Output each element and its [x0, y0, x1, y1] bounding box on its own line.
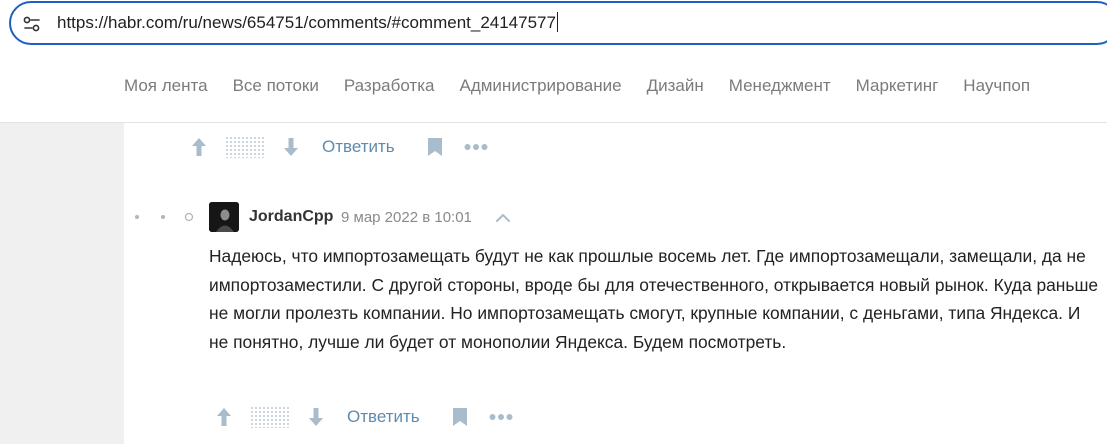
address-bar[interactable]: https://habr.com/ru/news/654751/comments…: [9, 1, 1107, 45]
nav-item-management[interactable]: Менеджмент: [729, 76, 831, 96]
nav-item-all-streams[interactable]: Все потоки: [233, 76, 319, 96]
vote-score-hidden: [225, 136, 265, 158]
nav-list: Моя лента Все потоки Разработка Админист…: [124, 76, 1055, 96]
nav-item-my-feed[interactable]: Моя лента: [124, 76, 208, 96]
avatar[interactable]: [209, 202, 239, 232]
comment-actions: Ответить: [215, 402, 513, 432]
reply-button[interactable]: Ответить: [347, 407, 420, 427]
browser-toolbar: https://habr.com/ru/news/654751/comments…: [0, 0, 1107, 52]
site-navigation: Моя лента Все потоки Разработка Админист…: [0, 52, 1107, 123]
previous-comment-actions: Ответить: [190, 132, 488, 162]
bookmark-icon[interactable]: [427, 137, 443, 157]
comment-text: Надеюсь, что импортозамещать будут не ка…: [209, 246, 1099, 352]
bookmark-icon[interactable]: [452, 407, 468, 427]
arrow-up-icon[interactable]: [215, 406, 233, 428]
url-input[interactable]: https://habr.com/ru/news/654751/comments…: [57, 12, 558, 33]
text-caret: [556, 12, 558, 32]
arrow-down-icon[interactable]: [282, 136, 300, 158]
tune-icon[interactable]: [22, 14, 42, 34]
nav-item-development[interactable]: Разработка: [344, 76, 435, 96]
more-dots-icon[interactable]: [464, 143, 488, 151]
url-text[interactable]: https://habr.com/ru/news/654751/comments…: [57, 13, 556, 32]
comment-author[interactable]: JordanCpp: [249, 208, 333, 226]
nav-item-popular-science[interactable]: Научпоп: [963, 76, 1030, 96]
nav-item-design[interactable]: Дизайн: [647, 76, 704, 96]
arrow-down-icon[interactable]: [307, 406, 325, 428]
more-dots-icon[interactable]: [489, 413, 513, 421]
reply-button[interactable]: Ответить: [322, 137, 395, 157]
chevron-up-icon[interactable]: [494, 210, 512, 224]
avatar-image: [209, 202, 239, 232]
comment-date[interactable]: 9 мар 2022 в 10:01: [341, 209, 472, 226]
nav-item-marketing[interactable]: Маркетинг: [856, 76, 939, 96]
nav-item-administration[interactable]: Администрирование: [459, 76, 621, 96]
thread-depth-indicator: [135, 212, 194, 222]
vote-score-hidden: [250, 406, 290, 428]
arrow-up-icon[interactable]: [190, 136, 208, 158]
